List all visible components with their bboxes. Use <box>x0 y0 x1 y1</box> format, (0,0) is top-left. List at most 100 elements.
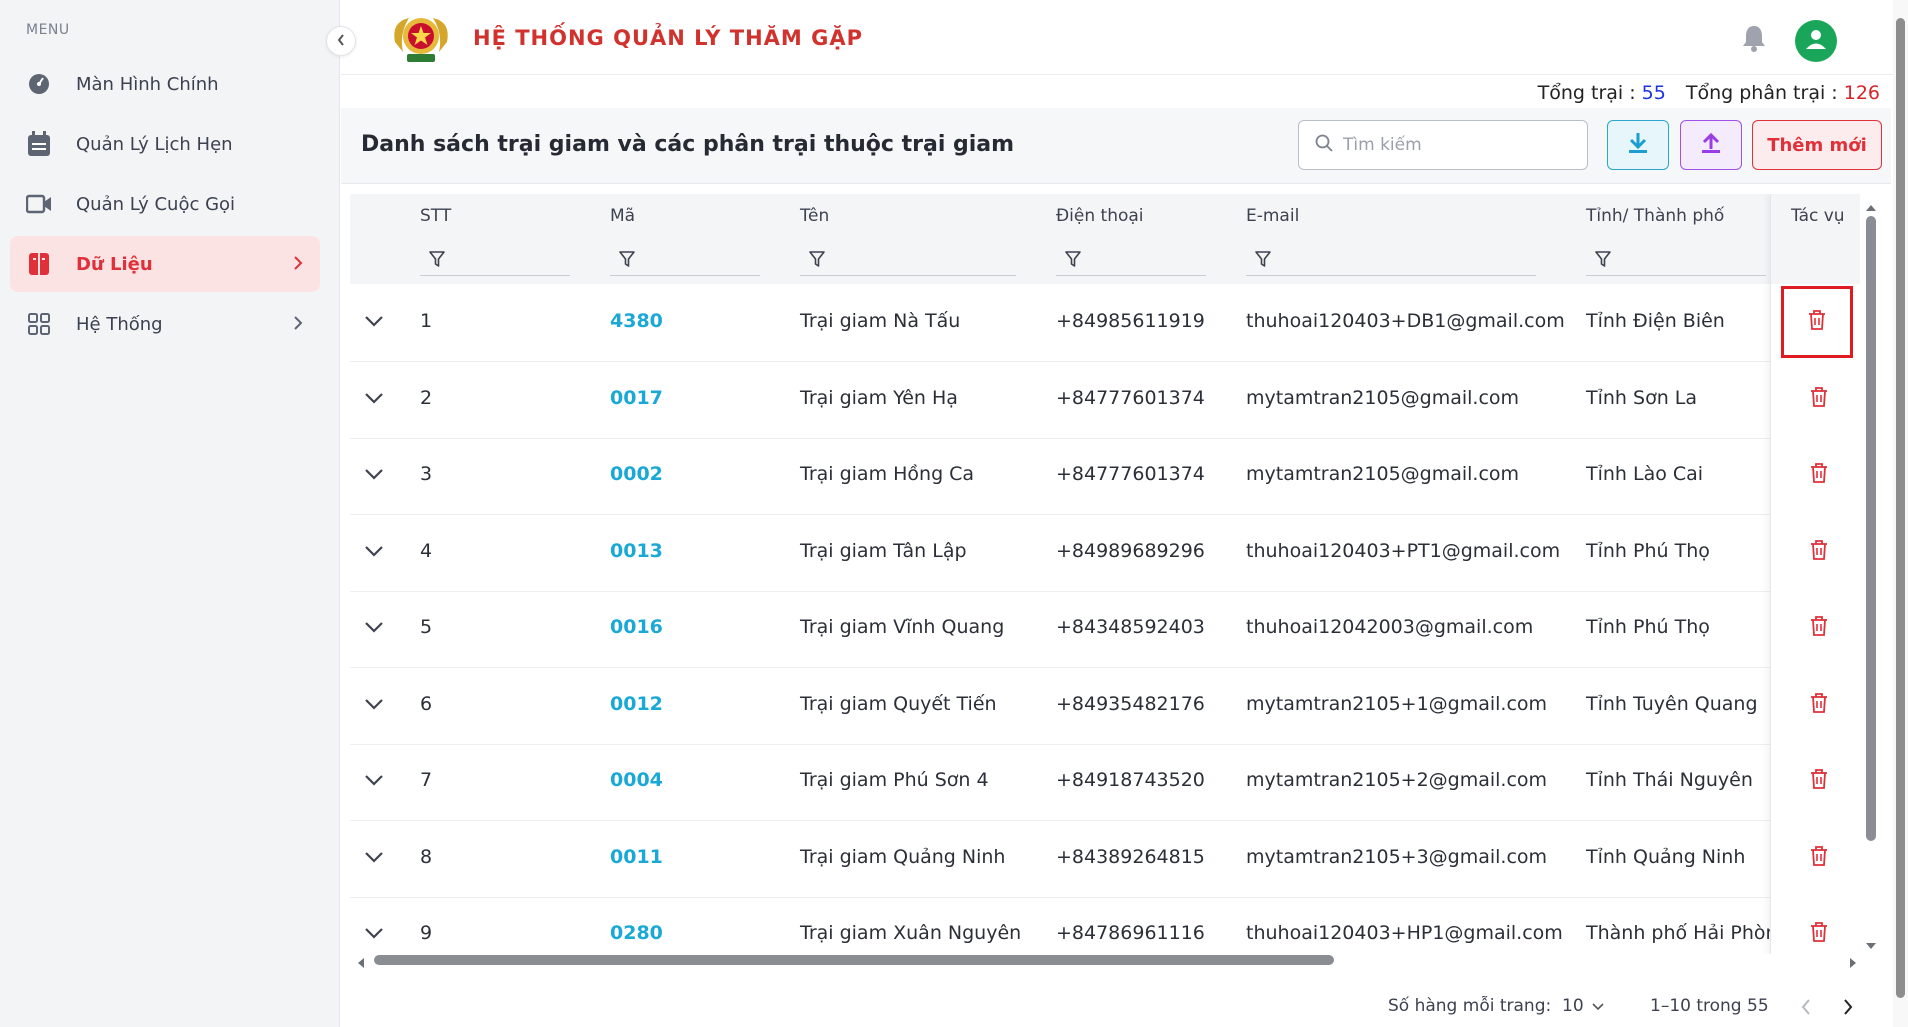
filter-stt[interactable] <box>420 246 570 276</box>
cell-name: Trại giam Tân Lập <box>800 539 967 562</box>
table-row[interactable]: 9 0280 Trại giam Xuân Nguyên +84786961116 th… <box>350 898 1778 954</box>
expand-row-chevron-icon[interactable] <box>364 848 384 867</box>
table-row[interactable]: 2 0017 Trại giam Yên Hạ +84777601374 mytamtr… <box>350 363 1770 439</box>
rows-per-page-select[interactable]: 10 <box>1562 996 1604 1016</box>
table-row[interactable]: 6 0012 Trại giam Quyết Tiến +84935482176 myt… <box>350 669 1770 745</box>
scroll-up-arrow-icon[interactable] <box>1865 198 1877 217</box>
previous-page-button[interactable] <box>1800 998 1812 1021</box>
user-avatar[interactable] <box>1795 20 1837 62</box>
expand-row-chevron-icon[interactable] <box>364 695 384 714</box>
delete-button[interactable] <box>1801 840 1837 876</box>
cell-province: Thành phố Hải Phòn <box>1586 922 1778 944</box>
search-input[interactable] <box>1343 135 1573 155</box>
cell-phone: +84918743520 <box>1056 769 1205 791</box>
page-scroll-thumb[interactable] <box>1896 18 1905 998</box>
delete-button[interactable] <box>1781 286 1853 359</box>
cell-province: Tỉnh Sơn La <box>1586 386 1698 409</box>
upload-button[interactable] <box>1680 120 1742 170</box>
filter-email[interactable] <box>1246 246 1536 276</box>
table-vertical-scrollbar[interactable] <box>1863 196 1879 952</box>
table-row[interactable]: 8 0011 Trại giam Quảng Ninh +84389264815 myt… <box>350 822 1770 898</box>
cell-phone: +84935482176 <box>1056 692 1205 715</box>
filter-icon <box>1594 250 1612 272</box>
table-row[interactable]: 7 0004 Trại giam Phú Sơn 4 +84918743520 myta… <box>350 745 1770 821</box>
cell-name: Trại giam Quyết Tiến <box>800 692 997 715</box>
expand-row-chevron-icon[interactable] <box>364 924 384 943</box>
app-title: HỆ THỐNG QUẢN LÝ THĂM GẶP <box>473 26 864 50</box>
expand-row-chevron-icon[interactable] <box>364 618 384 637</box>
rows-per-page-label: Số hàng mỗi trang: <box>1388 996 1552 1016</box>
expand-row-chevron-icon[interactable] <box>364 542 384 561</box>
page-vertical-scrollbar[interactable] <box>1893 0 1908 1027</box>
sidebar: MENU Màn Hình Chính Quản Lý Lịch Hẹn Quả… <box>0 0 340 1027</box>
horizontal-scroll-thumb[interactable] <box>374 955 1334 965</box>
delete-button[interactable] <box>1801 381 1837 417</box>
column-header-name: Tên <box>800 206 830 226</box>
scroll-left-arrow-icon[interactable] <box>356 954 366 973</box>
cell-email: thuhoai120403+DB1@gmail.com <box>1246 310 1565 332</box>
sidebar-item-data[interactable]: Dữ Liệu <box>10 236 320 292</box>
cell-phone: +84985611919 <box>1056 310 1205 332</box>
add-new-button[interactable]: Thêm mới <box>1752 120 1882 170</box>
cell-code[interactable]: 0004 <box>610 769 663 791</box>
trash-icon <box>1809 386 1829 412</box>
cell-stt: 7 <box>420 769 433 791</box>
delete-button[interactable] <box>1801 534 1837 570</box>
cell-email: mytamtran2105+3@gmail.com <box>1246 845 1548 868</box>
cell-province: Tỉnh Lào Cai <box>1586 463 1704 485</box>
cell-province: Tỉnh Tuyên Quang <box>1586 692 1758 715</box>
list-toolbar: Danh sách trại giam và các phân trại thu… <box>341 108 1891 184</box>
search-box[interactable] <box>1298 120 1588 170</box>
cell-code[interactable]: 0011 <box>610 846 663 868</box>
table-row[interactable]: 3 0002 Trại giam Hồng Ca +84777601374 mytamt… <box>350 439 1770 515</box>
next-page-button[interactable] <box>1842 998 1854 1021</box>
delete-button[interactable] <box>1801 610 1837 646</box>
expand-row-chevron-icon[interactable] <box>364 771 384 790</box>
sidebar-item-appointments[interactable]: Quản Lý Lịch Hẹn <box>10 116 320 172</box>
column-header-actions: Tác vụ <box>1771 194 1860 284</box>
expand-row-chevron-icon[interactable] <box>364 465 384 484</box>
cell-stt: 2 <box>420 386 433 409</box>
scroll-down-arrow-icon[interactable] <box>1865 936 1877 955</box>
filter-code[interactable] <box>610 246 760 276</box>
filter-province[interactable] <box>1586 246 1766 276</box>
cell-name: Trại giam Yên Hạ <box>800 386 958 409</box>
cell-code[interactable]: 0017 <box>610 387 663 409</box>
cell-phone: +84389264815 <box>1056 845 1205 868</box>
sidebar-item-system[interactable]: Hệ Thống <box>10 296 320 352</box>
sidebar-item-calls[interactable]: Quản Lý Cuộc Gọi <box>10 176 320 232</box>
cell-province: Tỉnh Điện Biên <box>1586 310 1725 332</box>
sidebar-item-label: Quản Lý Lịch Hẹn <box>76 133 233 155</box>
cell-email: mytamtran2105@gmail.com <box>1246 386 1520 409</box>
trash-icon <box>1809 692 1829 718</box>
expand-row-chevron-icon[interactable] <box>364 389 384 408</box>
delete-button[interactable] <box>1801 763 1837 799</box>
download-button[interactable] <box>1607 120 1669 170</box>
filter-name[interactable] <box>800 246 1016 276</box>
table-horizontal-scrollbar[interactable] <box>352 952 1862 968</box>
page-title: Danh sách trại giam và các phân trại thu… <box>361 132 1015 157</box>
table-row[interactable]: 5 0016 Trại giam Vĩnh Quang +84348592403 thu… <box>350 592 1770 668</box>
delete-button[interactable] <box>1801 457 1837 493</box>
cell-stt: 9 <box>420 922 433 944</box>
scroll-right-arrow-icon[interactable] <box>1848 954 1858 973</box>
cell-name: Trại giam Nà Tấu <box>800 310 961 332</box>
vertical-scroll-thumb[interactable] <box>1866 216 1876 841</box>
column-header-code: Mã <box>610 206 636 226</box>
sidebar-item-dashboard[interactable]: Màn Hình Chính <box>10 56 320 112</box>
cell-code[interactable]: 0012 <box>610 693 663 715</box>
filter-phone[interactable] <box>1056 246 1206 276</box>
table-row[interactable]: 1 4380 Trại giam Nà Tấu +84985611919 thuhoai… <box>350 286 1770 362</box>
cell-code[interactable]: 0013 <box>610 540 663 562</box>
cell-code[interactable]: 4380 <box>610 310 663 332</box>
delete-button[interactable] <box>1801 916 1837 952</box>
cell-code[interactable]: 0280 <box>610 922 663 944</box>
cell-phone: +84786961116 <box>1056 922 1205 944</box>
collapse-sidebar-button[interactable] <box>326 26 356 56</box>
table-row[interactable]: 4 0013 Trại giam Tân Lập +84989689296 thuhoa… <box>350 516 1770 592</box>
delete-button[interactable] <box>1801 687 1837 723</box>
cell-code[interactable]: 0016 <box>610 616 663 638</box>
cell-code[interactable]: 0002 <box>610 463 663 485</box>
expand-row-chevron-icon[interactable] <box>364 312 384 331</box>
bell-icon[interactable] <box>1741 24 1767 56</box>
